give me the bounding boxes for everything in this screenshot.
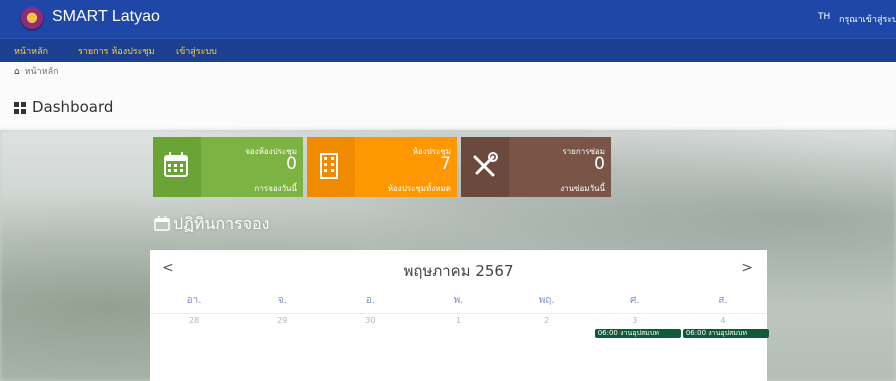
calendar-day[interactable]: 30 [326,314,414,373]
nav-item-login[interactable]: เข้าสู่ระบบ [176,44,217,58]
booking-today-card[interactable]: จองห้องประชุม 0 การจองวันนี้ [153,137,303,197]
tools-icon [473,152,498,177]
nav-item-home[interactable]: หน้าหลัก [14,44,48,58]
card-value: 0 [286,154,297,174]
weekday-header-row: อา. จ. อ. พ. พฤ. ศ. ส. [150,293,767,311]
weekday-thu: พฤ. [538,295,555,306]
page-background-top [0,62,896,130]
weekday-tue: อ. [365,295,375,306]
card-subtitle: งานซ่อมวันนี้ [560,184,605,193]
repairs-today-card[interactable]: รายการซ่อม 0 งานซ่อมวันนี้ [461,137,611,197]
calendar-outline-icon [154,216,170,231]
weekday-mon: จ. [277,295,287,306]
calendar-day[interactable]: 3 06:00 งานอุปสมบท [591,314,681,373]
home-icon: ⌂ [14,67,20,77]
building-icon [320,153,338,179]
calendar-event[interactable]: 06:00 งานอุปสมบท [682,329,769,338]
calendar-day[interactable]: 1 [414,314,502,373]
card-subtitle: ห้องประชุมทั้งหมด [387,184,451,193]
next-month-button[interactable]: > [741,260,753,276]
weekday-wed: พ. [453,295,464,306]
calendar-week-row: 28 29 30 1 2 3 06:00 งานอุปสมบท 4 06:00 … [150,313,769,373]
page-title: Dashboard [32,98,114,116]
login-prompt-link[interactable]: กรุณาเข้าสู่ระบ [839,12,896,26]
language-toggle[interactable]: TH [818,12,830,22]
weekday-sun: อา. [186,295,202,306]
dashboard-icon [14,102,27,114]
calendar-event[interactable]: 06:00 งานอุปสมบท [594,329,681,338]
calendar-icon [164,152,188,177]
logo-icon [20,7,44,31]
calendar-section-title: ปฏิทินการจอง [173,214,270,233]
card-subtitle: การจองวันนี้ [254,184,297,193]
weekday-fri: ศ. [630,295,640,306]
calendar-day[interactable]: 29 [238,314,326,373]
card-value: 7 [440,154,451,174]
top-header: SMART Latyao TH กรุณาเข้าสู่ระบ [0,0,896,38]
breadcrumb: ⌂ หน้าหลัก [14,64,59,78]
calendar-day[interactable]: 28 [150,314,238,373]
calendar-day[interactable]: 4 06:00 งานอุปสมบท [679,314,769,373]
meeting-rooms-card[interactable]: ห้องประชุม 7 ห้องประชุมทั้งหมด [307,137,457,197]
weekday-sat: ส. [718,295,728,306]
booking-calendar: < พฤษภาคม 2567 > อา. จ. อ. พ. พฤ. ศ. ส. … [150,250,769,381]
main-nav: หน้าหลัก รายการ ห้องประชุม เข้าสู่ระบบ [0,38,896,62]
brand-title[interactable]: SMART Latyao [52,8,160,26]
card-value: 0 [594,154,605,174]
breadcrumb-home-link[interactable]: หน้าหลัก [25,67,59,77]
calendar-month-title: พฤษภาคม 2567 [403,262,514,280]
calendar-day[interactable]: 2 [503,314,591,373]
nav-item-meeting-rooms[interactable]: รายการ ห้องประชุม [78,44,155,58]
calendar-section-heading: ปฏิทินการจอง [154,212,269,237]
